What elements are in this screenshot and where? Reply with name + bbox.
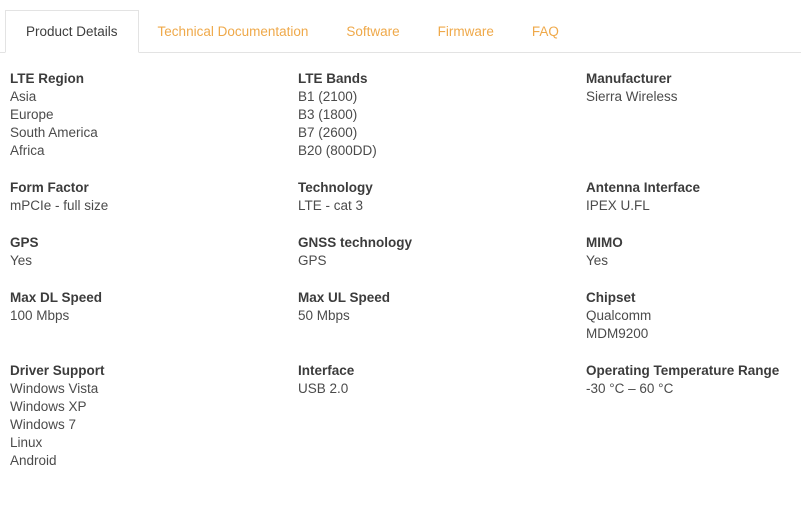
spec-lte-region: LTE Region Asia Europe South America Afr…: [10, 70, 298, 160]
spec-interface: Interface USB 2.0: [298, 362, 586, 398]
spec-label: Manufacturer: [586, 71, 672, 86]
spec-value: Europe: [10, 107, 54, 122]
spec-value: Windows XP: [10, 399, 87, 414]
spec-label: LTE Region: [10, 71, 84, 86]
spec-value: B3 (1800): [298, 107, 358, 122]
spec-value: South America: [10, 125, 98, 140]
spec-value: LTE - cat 3: [298, 198, 364, 213]
spec-value: Windows Vista: [10, 381, 99, 396]
spec-value: Yes: [10, 253, 33, 268]
spec-max-dl-speed: Max DL Speed 100 Mbps: [10, 289, 298, 325]
tab-firmware[interactable]: Firmware: [419, 10, 513, 52]
spec-operating-temperature-range: Operating Temperature Range -30 °C – 60 …: [586, 362, 791, 398]
spec-value: Android: [10, 453, 57, 468]
spec-value: MDM9200: [586, 326, 649, 341]
spec-label: Driver Support: [10, 363, 105, 378]
spec-max-ul-speed: Max UL Speed 50 Mbps: [298, 289, 586, 325]
spec-label: Interface: [298, 363, 355, 378]
spec-form-factor: Form Factor mPCIe - full size: [10, 179, 298, 215]
spec-value: 100 Mbps: [10, 308, 70, 323]
spec-value: 50 Mbps: [298, 308, 350, 323]
spec-label: Antenna Interface: [586, 180, 701, 195]
spec-gnss-technology: GNSS technology GPS: [298, 234, 586, 270]
spec-label: GNSS technology: [298, 235, 413, 250]
spec-value: B20 (800DD): [298, 143, 377, 158]
spec-label: Max DL Speed: [10, 290, 103, 305]
spec-value: -30 °C – 60 °C: [586, 381, 674, 396]
spec-value: Yes: [586, 253, 609, 268]
spec-lte-bands: LTE Bands B1 (2100) B3 (1800) B7 (2600) …: [298, 70, 586, 160]
spec-driver-support: Driver Support Windows Vista Windows XP …: [10, 362, 298, 470]
spec-label: Form Factor: [10, 180, 89, 195]
spec-value: GPS: [298, 253, 327, 268]
spec-value: Linux: [10, 435, 43, 450]
spec-value: Sierra Wireless: [586, 89, 678, 104]
spec-label: GPS: [10, 235, 39, 250]
tab-faq[interactable]: FAQ: [513, 10, 578, 52]
spec-label: Technology: [298, 180, 373, 195]
spec-value: Windows 7: [10, 417, 77, 432]
spec-manufacturer: Manufacturer Sierra Wireless: [586, 70, 791, 106]
spec-label: MIMO: [586, 235, 623, 250]
spec-antenna-interface: Antenna Interface IPEX U.FL: [586, 179, 791, 215]
tab-technical-documentation[interactable]: Technical Documentation: [139, 10, 328, 52]
spec-value: mPCIe - full size: [10, 198, 109, 213]
spec-chipset: Chipset Qualcomm MDM9200: [586, 289, 791, 343]
product-details-panel: LTE Region Asia Europe South America Afr…: [0, 53, 801, 470]
spec-value: B1 (2100): [298, 89, 358, 104]
product-tabs: Product Details Technical Documentation …: [0, 10, 801, 53]
spec-value: B7 (2600): [298, 125, 358, 140]
spec-value: USB 2.0: [298, 381, 349, 396]
spec-value: Africa: [10, 143, 45, 158]
spec-technology: Technology LTE - cat 3: [298, 179, 586, 215]
spec-label: Operating Temperature Range: [586, 363, 780, 378]
spec-grid: LTE Region Asia Europe South America Afr…: [10, 70, 791, 470]
spec-label: LTE Bands: [298, 71, 368, 86]
spec-gps: GPS Yes: [10, 234, 298, 270]
tab-product-details[interactable]: Product Details: [5, 10, 139, 53]
spec-value: IPEX U.FL: [586, 198, 650, 213]
spec-label: Chipset: [586, 290, 636, 305]
spec-value: Asia: [10, 89, 37, 104]
spec-mimo: MIMO Yes: [586, 234, 791, 270]
tab-software[interactable]: Software: [327, 10, 418, 52]
spec-value: Qualcomm: [586, 308, 652, 323]
spec-label: Max UL Speed: [298, 290, 391, 305]
